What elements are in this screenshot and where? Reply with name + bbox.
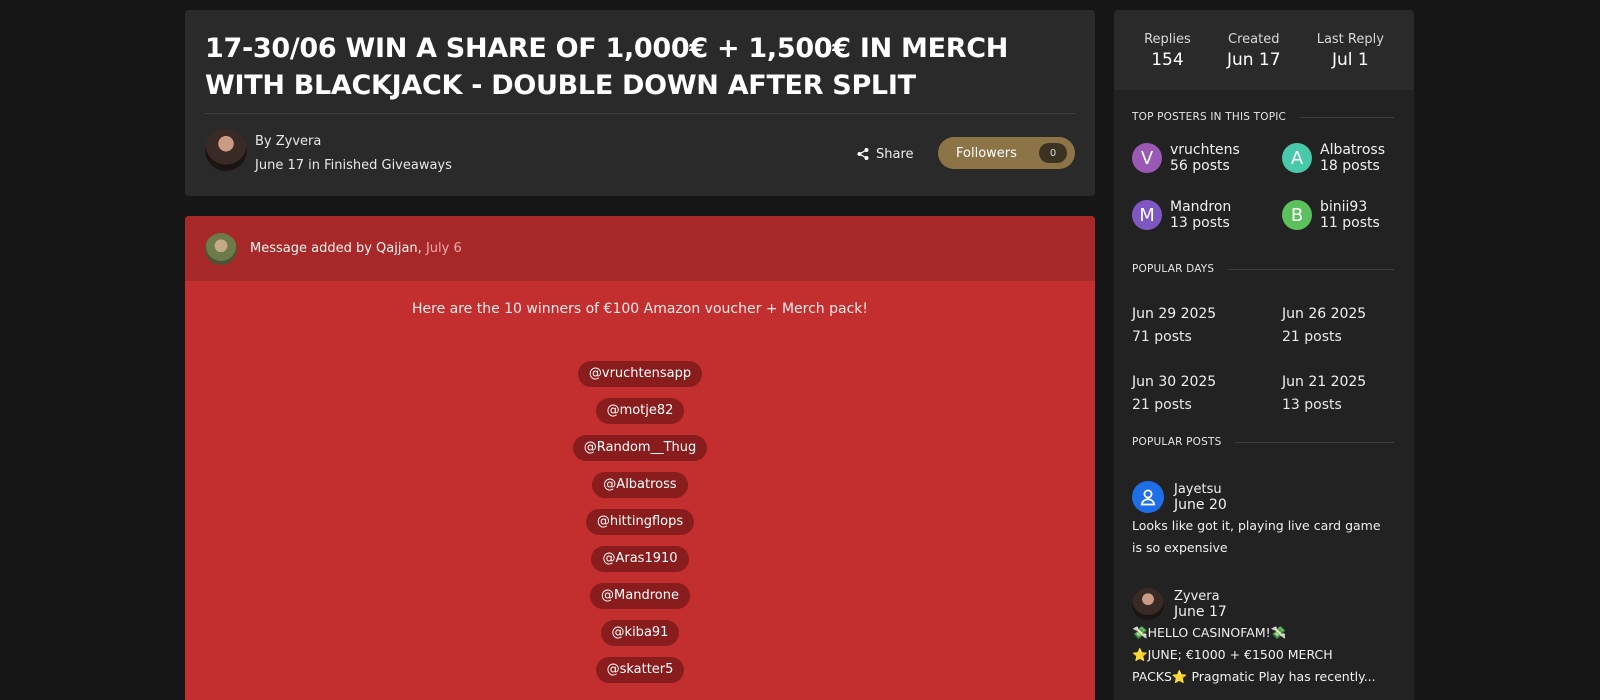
share-label: Share [876, 146, 914, 162]
topic-header: 17-30/06 WIN A SHARE OF 1,000€ + 1,500€ … [185, 10, 1095, 196]
day-count: 21 posts [1282, 329, 1342, 345]
user-avatar [1132, 588, 1164, 620]
message-header: Message added by Qajjan, July 6 [185, 216, 1095, 281]
popular-posts-heading: POPULAR POSTS [1132, 436, 1394, 448]
post-author-name: Zyvera [1174, 588, 1220, 604]
moderator-avatar[interactable] [205, 232, 237, 265]
user-avatar [1132, 481, 1164, 513]
message-added-by: Message added by Qajjan, July 6 [250, 241, 462, 256]
post-excerpt-line: 💸HELLO CASINOFAM!💸 [1132, 625, 1287, 640]
post-date: June 17 [1174, 603, 1227, 620]
poster-count: 56 posts [1170, 158, 1230, 174]
share-icon [857, 148, 869, 160]
section-heading-text: TOP POSTERS IN THIS TOPIC [1132, 111, 1287, 123]
stat-value: Jul 1 [1331, 50, 1369, 70]
topic-meta: June 17 in Finished Giveaways [255, 158, 452, 173]
winner-tag[interactable]: @motje82 [595, 398, 685, 424]
poster-avatar: B [1282, 200, 1312, 230]
topic-stats: Replies 154 Created Jun 17 Last Reply Ju… [1114, 10, 1414, 90]
post-excerpt-line: PACKS⭐ Pragmatic Play has recently... [1132, 669, 1376, 684]
day-date: Jun 21 2025 [1282, 374, 1367, 390]
poster-count: 18 posts [1320, 158, 1380, 174]
poster-name: binii93 [1320, 199, 1368, 215]
moderator-message: Message added by Qajjan, July 6 Here are… [185, 216, 1095, 700]
stat-value: Jun 17 [1226, 50, 1281, 70]
winner-tag[interactable]: @Random__Thug [572, 435, 708, 461]
top-poster[interactable]: V vruchtens 56 posts [1132, 142, 1245, 174]
stat-created: Created Jun 17 [1227, 10, 1281, 90]
popular-days-heading: POPULAR DAYS [1132, 263, 1394, 275]
popular-day[interactable]: Jun 21 2025 13 posts [1282, 374, 1366, 413]
post-author-name: Jayetsu [1174, 481, 1222, 497]
winner-tag[interactable]: @vruchtensapp [577, 361, 703, 387]
day-date: Jun 29 2025 [1132, 306, 1217, 322]
stat-label: Last Reply [1316, 32, 1384, 47]
post-excerpt[interactable]: Looks like got it, playing live card gam… [1132, 515, 1394, 559]
post-date: June 20 [1174, 496, 1227, 513]
poster-name: Mandron [1170, 199, 1232, 215]
poster-avatar: M [1132, 200, 1162, 230]
poster-count: 11 posts [1320, 215, 1380, 231]
share-button[interactable]: Share [857, 143, 914, 165]
winner-tag[interactable]: @Mandrone [590, 583, 690, 609]
day-count: 21 posts [1132, 397, 1192, 413]
followers-count: 0 [1039, 143, 1067, 163]
followers-label: Followers [956, 145, 1017, 161]
day-count: 13 posts [1282, 397, 1342, 413]
post-excerpt[interactable]: 💸HELLO CASINOFAM!💸 ⭐JUNE; €1000 + €1500 … [1132, 622, 1394, 688]
popular-post-author[interactable]: Zyvera June 17 [1132, 588, 1227, 620]
winners-list: @vruchtensapp @motje82 @Random__Thug @Albat… [185, 361, 1095, 683]
section-heading-text: POPULAR DAYS [1132, 263, 1215, 275]
poster-count: 13 posts [1170, 215, 1230, 231]
stat-label: Created [1228, 32, 1280, 47]
poster-avatar: V [1132, 143, 1162, 173]
popular-post-author[interactable]: Jayetsu June 20 [1132, 481, 1227, 513]
author-avatar[interactable] [205, 129, 247, 171]
divider [1235, 441, 1394, 443]
divider [1228, 268, 1394, 270]
top-poster[interactable]: M Mandron 13 posts [1132, 199, 1245, 231]
stat-last-reply[interactable]: Last Reply Jul 1 [1317, 10, 1384, 90]
divider [1300, 116, 1394, 118]
poster-name: vruchtens [1170, 142, 1240, 158]
winner-tag[interactable]: @Albatross [592, 472, 688, 498]
post-excerpt-line: ⭐JUNE; €1000 + €1500 MERCH [1132, 647, 1333, 662]
user-icon [1140, 489, 1156, 506]
poster-avatar: A [1282, 143, 1312, 173]
winner-tag[interactable]: @kiba91 [600, 620, 680, 646]
winners-intro: Here are the 10 winners of €100 Amazon v… [411, 301, 869, 317]
stat-label: Replies [1144, 32, 1191, 47]
topic-title: 17-30/06 WIN A SHARE OF 1,000€ + 1,500€ … [205, 33, 1009, 101]
followers-button[interactable]: Followers 0 [938, 137, 1075, 169]
message-date: July 6 [425, 241, 462, 256]
top-poster[interactable]: B binii93 11 posts [1282, 199, 1395, 231]
winner-tag[interactable]: @hittingflops [585, 509, 695, 535]
day-date: Jun 30 2025 [1132, 374, 1217, 390]
top-posters-heading: TOP POSTERS IN THIS TOPIC [1132, 111, 1394, 123]
sidebar: TOP POSTERS IN THIS TOPIC V vruchtens 56 … [1114, 90, 1414, 700]
winner-tag[interactable]: @Aras1910 [591, 546, 689, 572]
popular-day[interactable]: Jun 29 2025 71 posts [1132, 306, 1216, 345]
divider [205, 113, 1075, 114]
popular-day[interactable]: Jun 30 2025 21 posts [1132, 374, 1216, 413]
winner-tag[interactable]: @skatter5 [595, 657, 685, 683]
stat-value: 154 [1151, 50, 1184, 70]
day-date: Jun 26 2025 [1282, 306, 1367, 322]
day-count: 71 posts [1132, 329, 1192, 345]
author-line[interactable]: By Zyvera [255, 134, 321, 149]
popular-day[interactable]: Jun 26 2025 21 posts [1282, 306, 1366, 345]
message-added-text: Message added by Qajjan, [250, 241, 422, 256]
section-heading-text: POPULAR POSTS [1132, 436, 1222, 448]
top-poster[interactable]: A Albatross 18 posts [1282, 142, 1395, 174]
stat-replies: Replies 154 [1144, 10, 1191, 90]
poster-name: Albatross [1320, 142, 1386, 158]
